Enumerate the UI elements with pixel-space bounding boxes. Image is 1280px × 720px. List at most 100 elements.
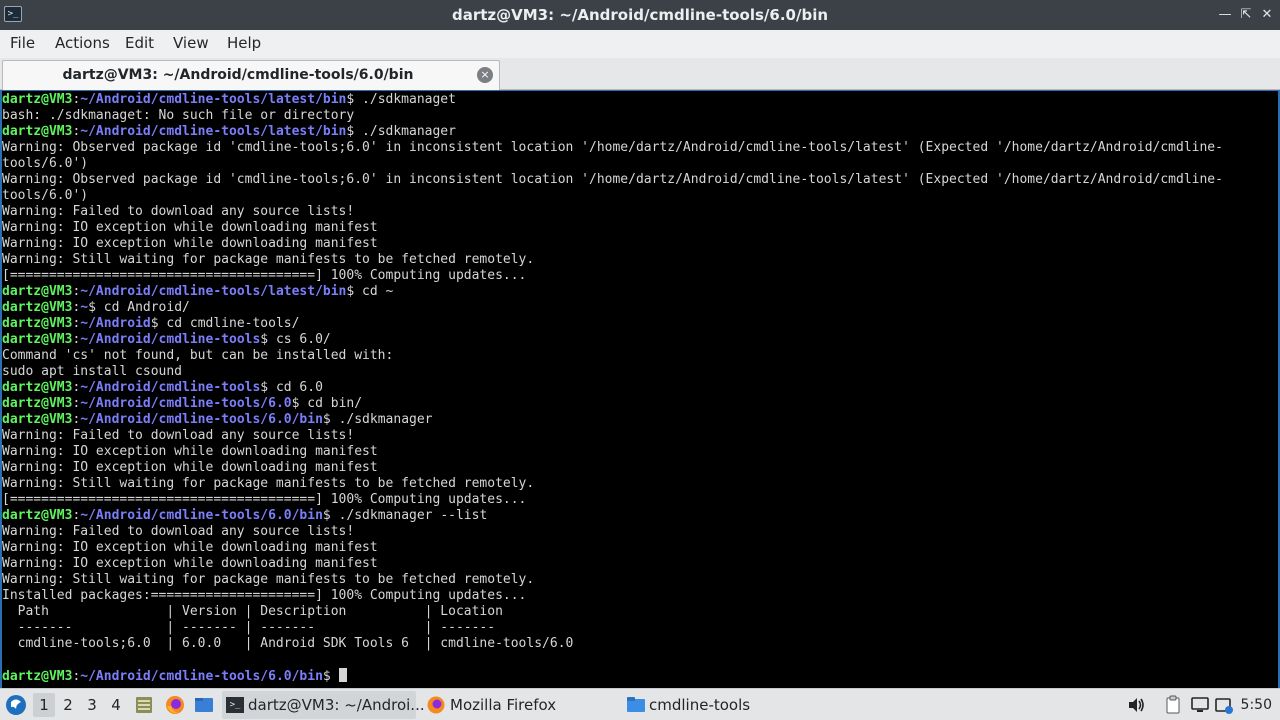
prompt-path: ~/Android/cmdline-tools/latest/bin xyxy=(80,92,347,107)
prompt-user: dartz@VM3 xyxy=(2,316,73,331)
firefox-launcher-icon[interactable] xyxy=(164,694,186,716)
terminal-line: [=======================================… xyxy=(2,268,1278,284)
terminal-line: bash: ./sdkmanaget: No such file or dire… xyxy=(2,108,1278,124)
terminal-line: Warning: Failed to download any source l… xyxy=(2,428,1278,444)
prompt-user: dartz@VM3 xyxy=(2,508,73,523)
output-text: Warning: Observed package id 'cmdline-to… xyxy=(2,140,1223,155)
prompt-user: dartz@VM3 xyxy=(2,332,73,347)
prompt-user: dartz@VM3 xyxy=(2,412,73,427)
workspace-1[interactable]: 1 xyxy=(33,693,55,717)
workspace-2[interactable]: 2 xyxy=(57,693,79,717)
terminal-line: dartz@VM3:~$ cd Android/ xyxy=(2,300,1278,316)
output-text: Command 'cs' not found, but can be insta… xyxy=(2,348,394,363)
terminal-line: tools/6.0') xyxy=(2,188,1278,204)
close-icon[interactable]: ✕ xyxy=(1258,6,1276,24)
command-text: cd bin/ xyxy=(299,396,363,411)
terminal-line: dartz@VM3:~/Android/cmdline-tools$ cs 6.… xyxy=(2,332,1278,348)
terminal-line: Warning: Observed package id 'cmdline-to… xyxy=(2,172,1278,188)
prompt-symbol: $ xyxy=(322,669,331,684)
command-text: cd ~ xyxy=(354,284,394,299)
command-text: ./sdkmanager --list xyxy=(330,508,488,523)
network-icon[interactable] xyxy=(1190,695,1210,715)
terminal-line: Warning: IO exception while downloading … xyxy=(2,556,1278,572)
terminal-line: ------- | ------- | ------- | ------- xyxy=(2,620,1278,636)
command-text xyxy=(331,669,339,684)
terminal-line: Warning: IO exception while downloading … xyxy=(2,220,1278,236)
terminal-line: dartz@VM3:~/Android/cmdline-tools/latest… xyxy=(2,284,1278,300)
workspace-4[interactable]: 4 xyxy=(105,693,127,717)
clipboard-icon[interactable] xyxy=(1163,695,1183,715)
output-text: [=======================================… xyxy=(2,268,527,283)
output-text: Warning: Still waiting for package manif… xyxy=(2,252,535,267)
task-file-manager-label: cmdline-tools xyxy=(649,696,751,714)
menu-bar: File Actions Edit View Help xyxy=(0,30,1280,58)
terminal-tab[interactable]: dartz@VM3: ~/Android/cmdline-tools/6.0/b… xyxy=(2,60,500,90)
command-text: ./sdkmanaget xyxy=(354,92,456,107)
terminal-line: Path | Version | Description | Location xyxy=(2,604,1278,620)
volume-icon[interactable] xyxy=(1126,695,1146,715)
command-text: cs 6.0/ xyxy=(268,332,331,347)
menu-actions[interactable]: Actions xyxy=(55,30,110,58)
workspace-3[interactable]: 3 xyxy=(81,693,103,717)
task-terminal[interactable]: >_ dartz@VM3: ~/Androi... xyxy=(222,691,425,719)
terminal-line: Command 'cs' not found, but can be insta… xyxy=(2,348,1278,364)
prompt-user: dartz@VM3 xyxy=(2,92,73,107)
prompt-path: ~ xyxy=(80,300,89,315)
terminal-output[interactable]: dartz@VM3:~/Android/cmdline-tools/latest… xyxy=(0,90,1280,688)
menu-view[interactable]: View xyxy=(173,30,209,58)
show-desktop-icon[interactable] xyxy=(134,694,154,716)
terminal-line: dartz@VM3:~/Android/cmdline-tools/6.0$ c… xyxy=(2,396,1278,412)
prompt-user: dartz@VM3 xyxy=(2,300,73,315)
prompt-symbol: $ xyxy=(260,380,269,395)
terminal-line: dartz@VM3:~/Android/cmdline-tools/6.0/bi… xyxy=(2,508,1278,524)
terminal-line: Warning: IO exception while downloading … xyxy=(2,460,1278,476)
terminal-line: Warning: Failed to download any source l… xyxy=(2,524,1278,540)
output-text: Warning: Failed to download any source l… xyxy=(2,204,355,219)
terminal-line: Warning: IO exception while downloading … xyxy=(2,444,1278,460)
terminal-line: Warning: Still waiting for package manif… xyxy=(2,252,1278,268)
taskbar: 1 2 3 4 >_ dartz@VM3: ~/Androi... Mozill… xyxy=(0,688,1280,720)
terminal-line: [=======================================… xyxy=(2,492,1278,508)
terminal-cursor xyxy=(338,668,347,682)
output-text: Warning: IO exception while downloading … xyxy=(2,444,378,459)
update-notifier-icon[interactable] xyxy=(1214,695,1234,715)
menu-file[interactable]: File xyxy=(10,30,35,58)
tab-close-icon[interactable]: × xyxy=(477,67,493,83)
firefox-icon xyxy=(427,696,445,714)
task-firefox[interactable]: Mozilla Firefox xyxy=(422,691,612,719)
terminal-line: dartz@VM3:~/Android/cmdline-tools$ cd 6.… xyxy=(2,380,1278,396)
terminal-line: Warning: Still waiting for package manif… xyxy=(2,572,1278,588)
minimize-icon[interactable]: — xyxy=(1216,6,1234,24)
menu-edit[interactable]: Edit xyxy=(125,30,154,58)
prompt-symbol: $ xyxy=(322,508,331,523)
terminal-line: Warning: Still waiting for package manif… xyxy=(2,476,1278,492)
command-text: cd cmdline-tools/ xyxy=(158,316,300,331)
terminal-line: Warning: IO exception while downloading … xyxy=(2,540,1278,556)
tab-label: dartz@VM3: ~/Android/cmdline-tools/6.0/b… xyxy=(62,67,414,83)
output-text: Warning: Still waiting for package manif… xyxy=(2,476,535,491)
window-titlebar: >_ dartz@VM3: ~/Android/cmdline-tools/6.… xyxy=(0,0,1280,30)
output-text: Warning: IO exception while downloading … xyxy=(2,460,378,475)
task-file-manager[interactable]: cmdline-tools xyxy=(622,691,812,719)
prompt-symbol: $ xyxy=(322,412,331,427)
prompt-path: ~/Android/cmdline-tools/6.0/bin xyxy=(80,412,323,427)
prompt-path: ~/Android/cmdline-tools/6.0/bin xyxy=(80,669,323,684)
prompt-path: ~/Android/cmdline-tools xyxy=(80,332,261,347)
command-text: ./sdkmanager xyxy=(354,124,456,139)
command-text: cd 6.0 xyxy=(268,380,323,395)
tab-bar: dartz@VM3: ~/Android/cmdline-tools/6.0/b… xyxy=(0,58,1280,90)
clock[interactable]: 5:50 xyxy=(1241,689,1272,720)
output-text: cmdline-tools;6.0 | 6.0.0 | Android SDK … xyxy=(2,636,574,651)
start-menu-icon[interactable] xyxy=(5,694,27,716)
menu-help[interactable]: Help xyxy=(227,30,261,58)
output-text: Warning: Observed package id 'cmdline-to… xyxy=(2,172,1223,187)
output-text: [=======================================… xyxy=(2,492,527,507)
terminal-lines: dartz@VM3:~/Android/cmdline-tools/latest… xyxy=(2,92,1278,684)
file-manager-launcher-icon[interactable] xyxy=(193,694,215,716)
prompt-path: ~/Android/cmdline-tools/6.0/bin xyxy=(80,508,323,523)
maximize-icon[interactable]: ⇱ xyxy=(1237,6,1255,24)
output-text: Warning: Failed to download any source l… xyxy=(2,524,355,539)
command-text: ./sdkmanager xyxy=(330,412,433,427)
terminal-line: dartz@VM3:~/Android/cmdline-tools/6.0/bi… xyxy=(2,668,1278,684)
